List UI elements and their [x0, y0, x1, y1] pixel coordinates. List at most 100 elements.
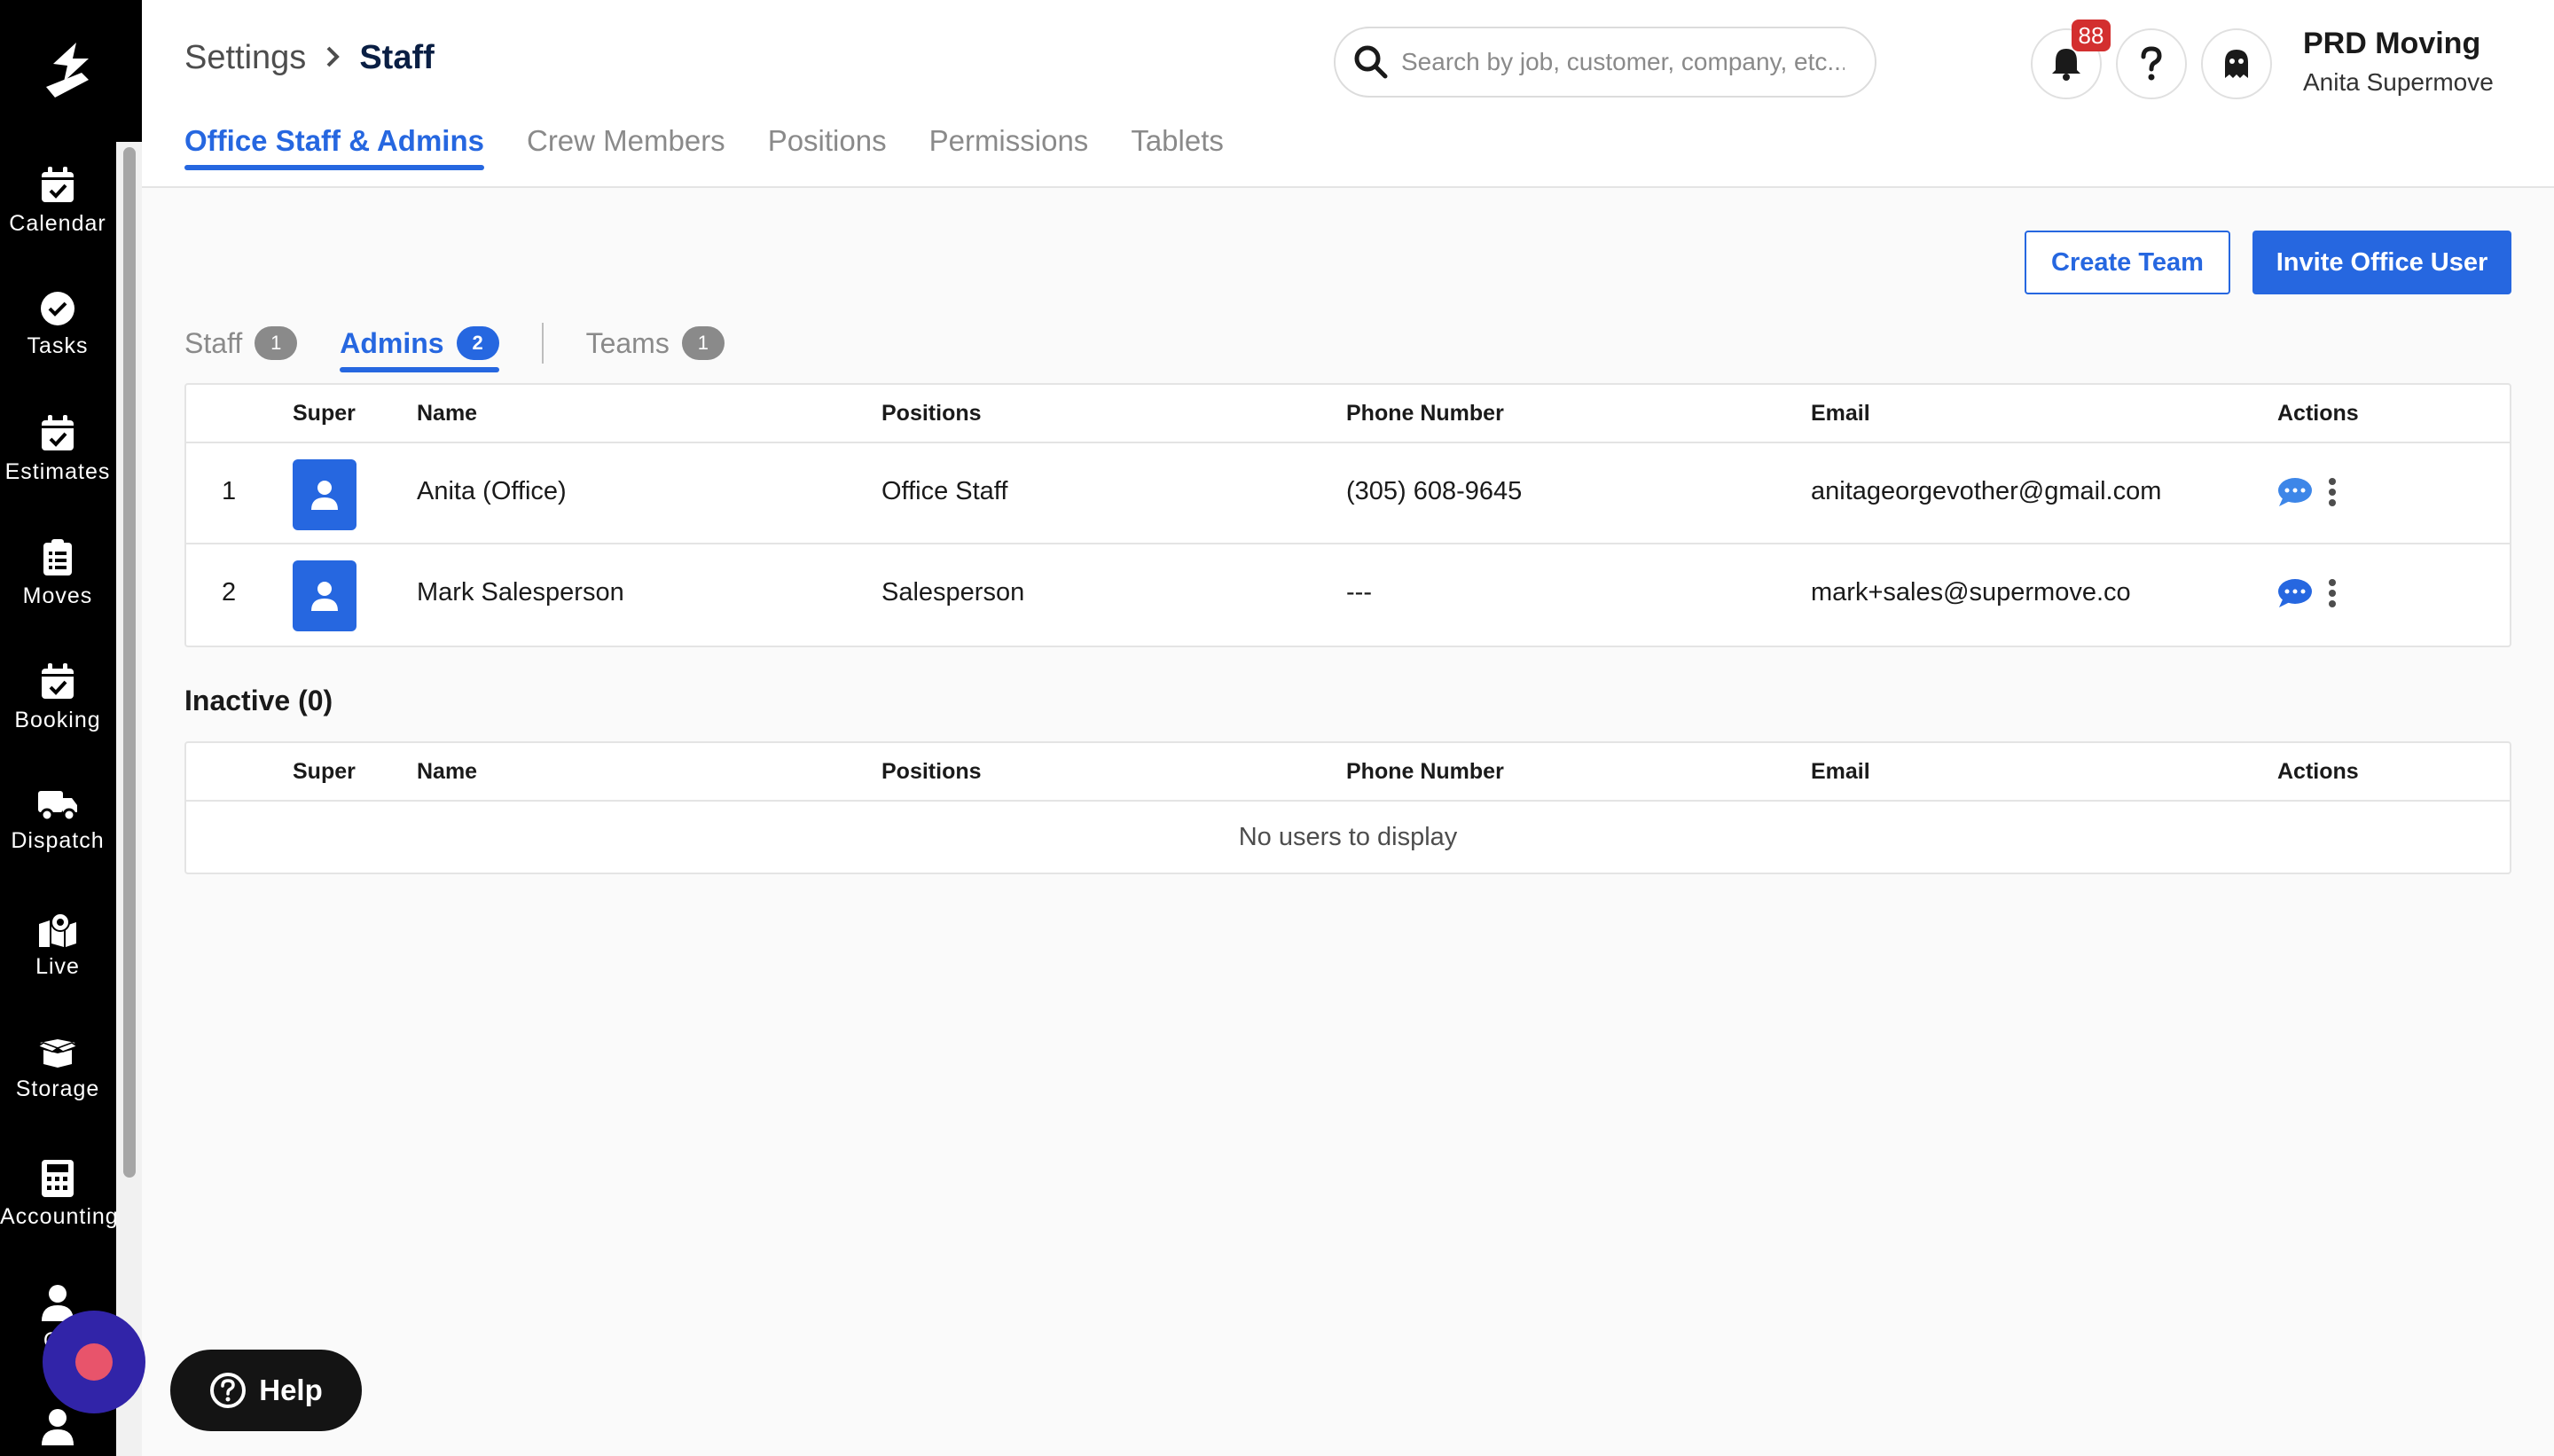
org-name: PRD Moving: [2303, 27, 2481, 60]
invite-office-user-button[interactable]: Invite Office User: [2252, 231, 2511, 294]
clipboard-list-icon: [43, 539, 72, 575]
column-header-email: Email: [1811, 759, 1870, 784]
table-header: Super Name Positions Phone Number Email …: [186, 743, 2510, 802]
search-bar: [1334, 27, 1876, 98]
row-index: 1: [222, 477, 237, 505]
create-team-button[interactable]: Create Team: [2025, 231, 2230, 294]
column-header-name: Name: [417, 759, 478, 784]
tab-crew-members[interactable]: Crew Members: [527, 124, 725, 170]
column-header-phone: Phone Number: [1346, 759, 1504, 784]
ghost-mode-button[interactable]: [2201, 28, 2272, 99]
sidebar-item-label: Booking: [14, 708, 101, 732]
tab-office-staff-admins[interactable]: Office Staff & Admins: [184, 124, 484, 170]
column-header-super: Super: [293, 401, 356, 426]
empty-state-text: No users to display: [1238, 823, 1458, 851]
tab-positions[interactable]: Positions: [768, 124, 887, 170]
sidebar-item-tasks[interactable]: Tasks: [0, 291, 115, 359]
header: Settings Staff Office Staff & Admins Cre…: [142, 0, 2554, 188]
sidebar-item-booking[interactable]: Booking: [0, 663, 115, 733]
tab-permissions[interactable]: Permissions: [929, 124, 1089, 170]
page-title: Staff: [359, 39, 435, 76]
more-vertical-icon[interactable]: [2327, 578, 2338, 608]
tab-tablets[interactable]: Tablets: [1131, 124, 1224, 170]
org-switcher[interactable]: PRD Moving Anita Supermove: [2303, 27, 2494, 97]
sidebar-item-live[interactable]: Live: [0, 913, 115, 980]
comment-dots-icon[interactable]: [2277, 578, 2313, 608]
user-email: mark+sales@supermove.co: [1811, 578, 2131, 607]
admins-table: Super Name Positions Phone Number Email …: [184, 383, 2511, 647]
sidebar-item-label: Calendar: [9, 211, 106, 236]
sidebar-item-storage[interactable]: Storage: [0, 1037, 115, 1102]
sidebar-item-calendar[interactable]: Calendar: [0, 167, 115, 237]
map-marker-icon: [39, 913, 76, 947]
column-header-super: Super: [293, 759, 356, 784]
subtab-label: Admins: [340, 326, 444, 359]
subtab-count-badge: 2: [456, 326, 499, 360]
column-header-email: Email: [1811, 401, 1870, 426]
user-name: Anita (Office): [417, 477, 567, 505]
question-circle-icon: [210, 1373, 247, 1408]
user-icon: [42, 1285, 74, 1321]
row-index: 2: [222, 578, 237, 607]
subtab-label: Teams: [585, 326, 670, 359]
chevron-right-icon: [325, 39, 341, 77]
box-open-icon: [38, 1039, 77, 1068]
sidebar-item-label: Tasks: [27, 333, 89, 358]
sidebar-item-dispatch[interactable]: Dispatch: [0, 789, 115, 854]
truck-icon: [38, 791, 77, 821]
sidebar: Calendar Tasks Estimates Moves Booking D…: [0, 0, 142, 1456]
user-phone: ---: [1346, 578, 1372, 607]
calendar-check-icon: [42, 663, 74, 699]
help-label: Help: [259, 1374, 323, 1406]
help-button[interactable]: Help: [170, 1350, 362, 1431]
column-header-name: Name: [417, 401, 478, 426]
avatar[interactable]: [293, 560, 356, 631]
user-position: Office Staff: [881, 477, 1008, 505]
subtab-count-badge: 1: [255, 326, 298, 360]
settings-tabs: Office Staff & Admins Crew Members Posit…: [184, 124, 1266, 170]
subtab-count-badge: 1: [681, 326, 725, 360]
record-widget-button[interactable]: [43, 1311, 145, 1413]
sidebar-item-users[interactable]: [0, 1408, 115, 1452]
search-icon: [1354, 45, 1388, 79]
search-input[interactable]: [1401, 48, 1845, 76]
table-header: Super Name Positions Phone Number Email …: [186, 385, 2510, 443]
notification-count-badge: 88: [2072, 20, 2111, 51]
supermove-logo[interactable]: [37, 37, 103, 103]
record-dot-icon: [75, 1343, 113, 1381]
column-header-positions: Positions: [881, 401, 982, 426]
row-actions: [2277, 578, 2338, 608]
sidebar-item-label: Accounting: [0, 1204, 119, 1229]
table-row[interactable]: 1 Anita (Office) Office Staff (305) 608-…: [186, 443, 2510, 544]
subtab-staff[interactable]: Staff 1: [184, 326, 298, 372]
column-header-actions: Actions: [2277, 401, 2359, 426]
avatar[interactable]: [293, 459, 356, 530]
user-icon: [42, 1409, 74, 1445]
column-header-positions: Positions: [881, 759, 982, 784]
sidebar-item-moves[interactable]: Moves: [0, 539, 115, 609]
user-email: anitageorgevother@gmail.com: [1811, 477, 2162, 505]
subtab-teams[interactable]: Teams 1: [586, 326, 725, 372]
calculator-icon: [42, 1160, 74, 1197]
breadcrumb: Settings Staff: [184, 39, 435, 77]
current-user-name: Anita Supermove: [2303, 68, 2494, 96]
more-vertical-icon[interactable]: [2327, 477, 2338, 507]
help-question-button[interactable]: [2116, 28, 2187, 99]
user-icon: [311, 582, 338, 611]
breadcrumb-settings-link[interactable]: Settings: [184, 39, 306, 77]
table-row[interactable]: 2 Mark Salesperson Salesperson --- mark+…: [186, 544, 2510, 646]
comment-dots-icon[interactable]: [2277, 477, 2313, 507]
sidebar-item-label: Storage: [15, 1076, 100, 1101]
row-actions: [2277, 477, 2338, 507]
sidebar-item-accounting[interactable]: Accounting: [0, 1160, 119, 1230]
user-phone: (305) 608-9645: [1346, 477, 1523, 505]
subtab-admins[interactable]: Admins 2: [340, 326, 499, 372]
subtab-divider: [541, 323, 544, 364]
user-icon: [311, 481, 338, 510]
sidebar-item-estimates[interactable]: Estimates: [0, 415, 115, 485]
question-icon: [2141, 46, 2162, 81]
sidebar-item-label: Dispatch: [11, 828, 105, 853]
sidebar-scrollbar-thumb[interactable]: [123, 147, 136, 1178]
column-header-actions: Actions: [2277, 759, 2359, 784]
inactive-section-title: Inactive (0): [184, 685, 333, 716]
